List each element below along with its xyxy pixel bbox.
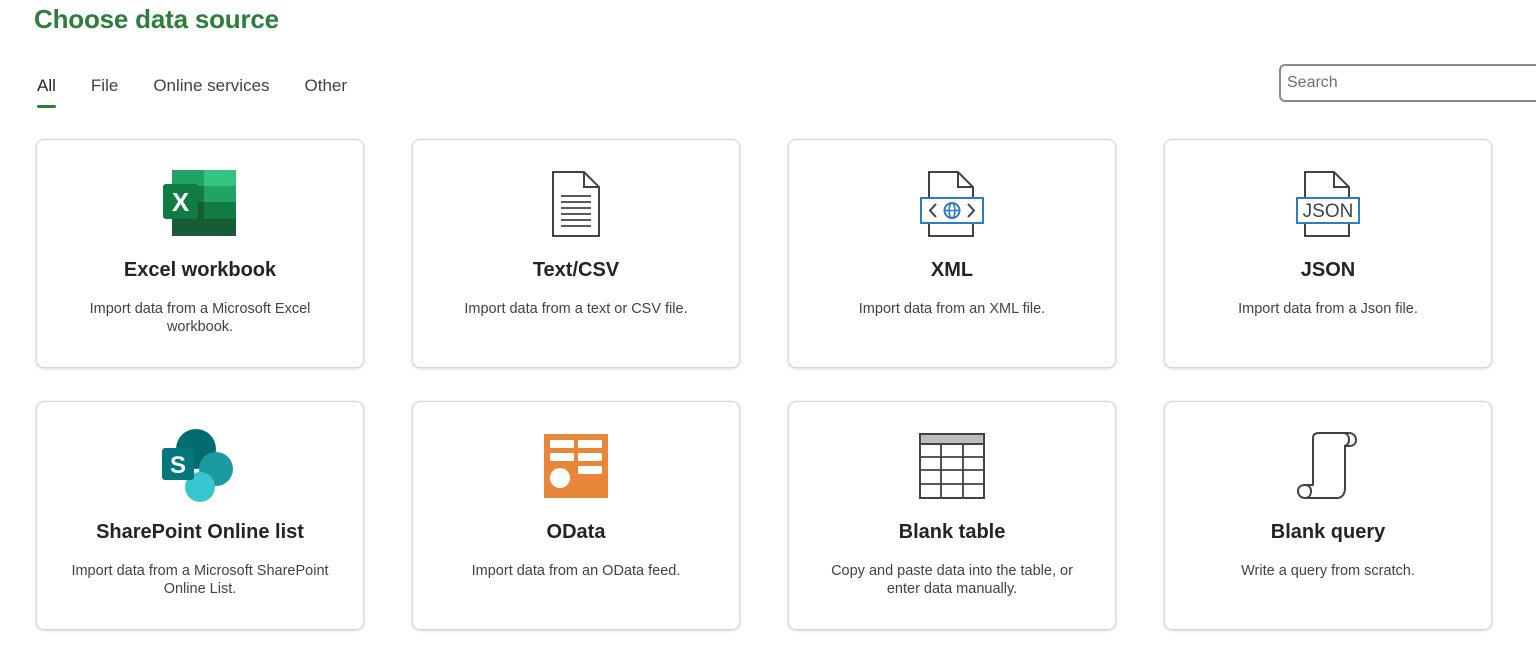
- card-title: Excel workbook: [123, 259, 277, 281]
- card-excel-workbook[interactable]: X Excel workbook Import data from a Micr…: [36, 139, 364, 368]
- page-title: Choose data source: [34, 4, 279, 34]
- card-description: Import data from a text or CSV file.: [464, 301, 688, 317]
- card-blank-table[interactable]: Blank table Copy and paste data into the…: [788, 401, 1116, 630]
- card-description: Import data from an XML file.: [858, 301, 1046, 317]
- card-sharepoint-online-list[interactable]: S SharePoint Online list Import data fro…: [36, 401, 364, 630]
- card-blank-query[interactable]: Blank query Write a query from scratch.: [1164, 401, 1492, 630]
- card-title: OData: [546, 521, 606, 543]
- search-input[interactable]: [1279, 64, 1536, 102]
- json-icon-label: JSON: [1303, 201, 1354, 222]
- excel-icon: X: [162, 168, 238, 240]
- tab-other[interactable]: Other: [305, 76, 348, 108]
- sharepoint-icon: S: [162, 429, 238, 502]
- card-title: SharePoint Online list: [96, 521, 304, 543]
- tab-file[interactable]: File: [91, 76, 118, 108]
- svg-text:X: X: [172, 187, 190, 217]
- card-description: Copy and paste data into the table, or e…: [831, 563, 1073, 597]
- tab-all[interactable]: All: [37, 76, 56, 108]
- xml-file-icon: [914, 168, 990, 240]
- source-tabs: All File Online services Other: [37, 76, 382, 108]
- card-title: XML: [930, 259, 974, 281]
- card-description: Import data from a Microsoft Excel workb…: [89, 301, 311, 335]
- odata-icon: [538, 430, 614, 502]
- card-text-csv[interactable]: Text/CSV Import data from a text or CSV …: [412, 139, 740, 368]
- svg-text:S: S: [170, 452, 186, 479]
- card-title: Blank table: [898, 521, 1006, 543]
- data-source-grid: X Excel workbook Import data from a Micr…: [36, 139, 1492, 630]
- card-description: Import data from an OData feed.: [471, 563, 681, 579]
- card-odata[interactable]: OData Import data from an OData feed.: [412, 401, 740, 630]
- choose-data-source-page: Choose data source All File Online servi…: [0, 0, 1536, 668]
- card-description: Import data from a Microsoft SharePoint …: [71, 563, 329, 597]
- text-file-icon: [538, 168, 614, 240]
- card-json[interactable]: JSON JSON Import data from a Json file.: [1164, 139, 1492, 368]
- card-title: Text/CSV: [532, 259, 620, 281]
- blank-table-icon: [914, 430, 990, 502]
- card-title: JSON: [1300, 259, 1356, 281]
- tab-online-services[interactable]: Online services: [153, 76, 269, 108]
- json-file-icon: JSON: [1290, 168, 1366, 240]
- blank-query-icon: [1290, 430, 1366, 502]
- card-description: Import data from a Json file.: [1238, 301, 1418, 317]
- card-title: Blank query: [1270, 521, 1386, 543]
- card-description: Write a query from scratch.: [1241, 563, 1415, 579]
- card-xml[interactable]: XML Import data from an XML file.: [788, 139, 1116, 368]
